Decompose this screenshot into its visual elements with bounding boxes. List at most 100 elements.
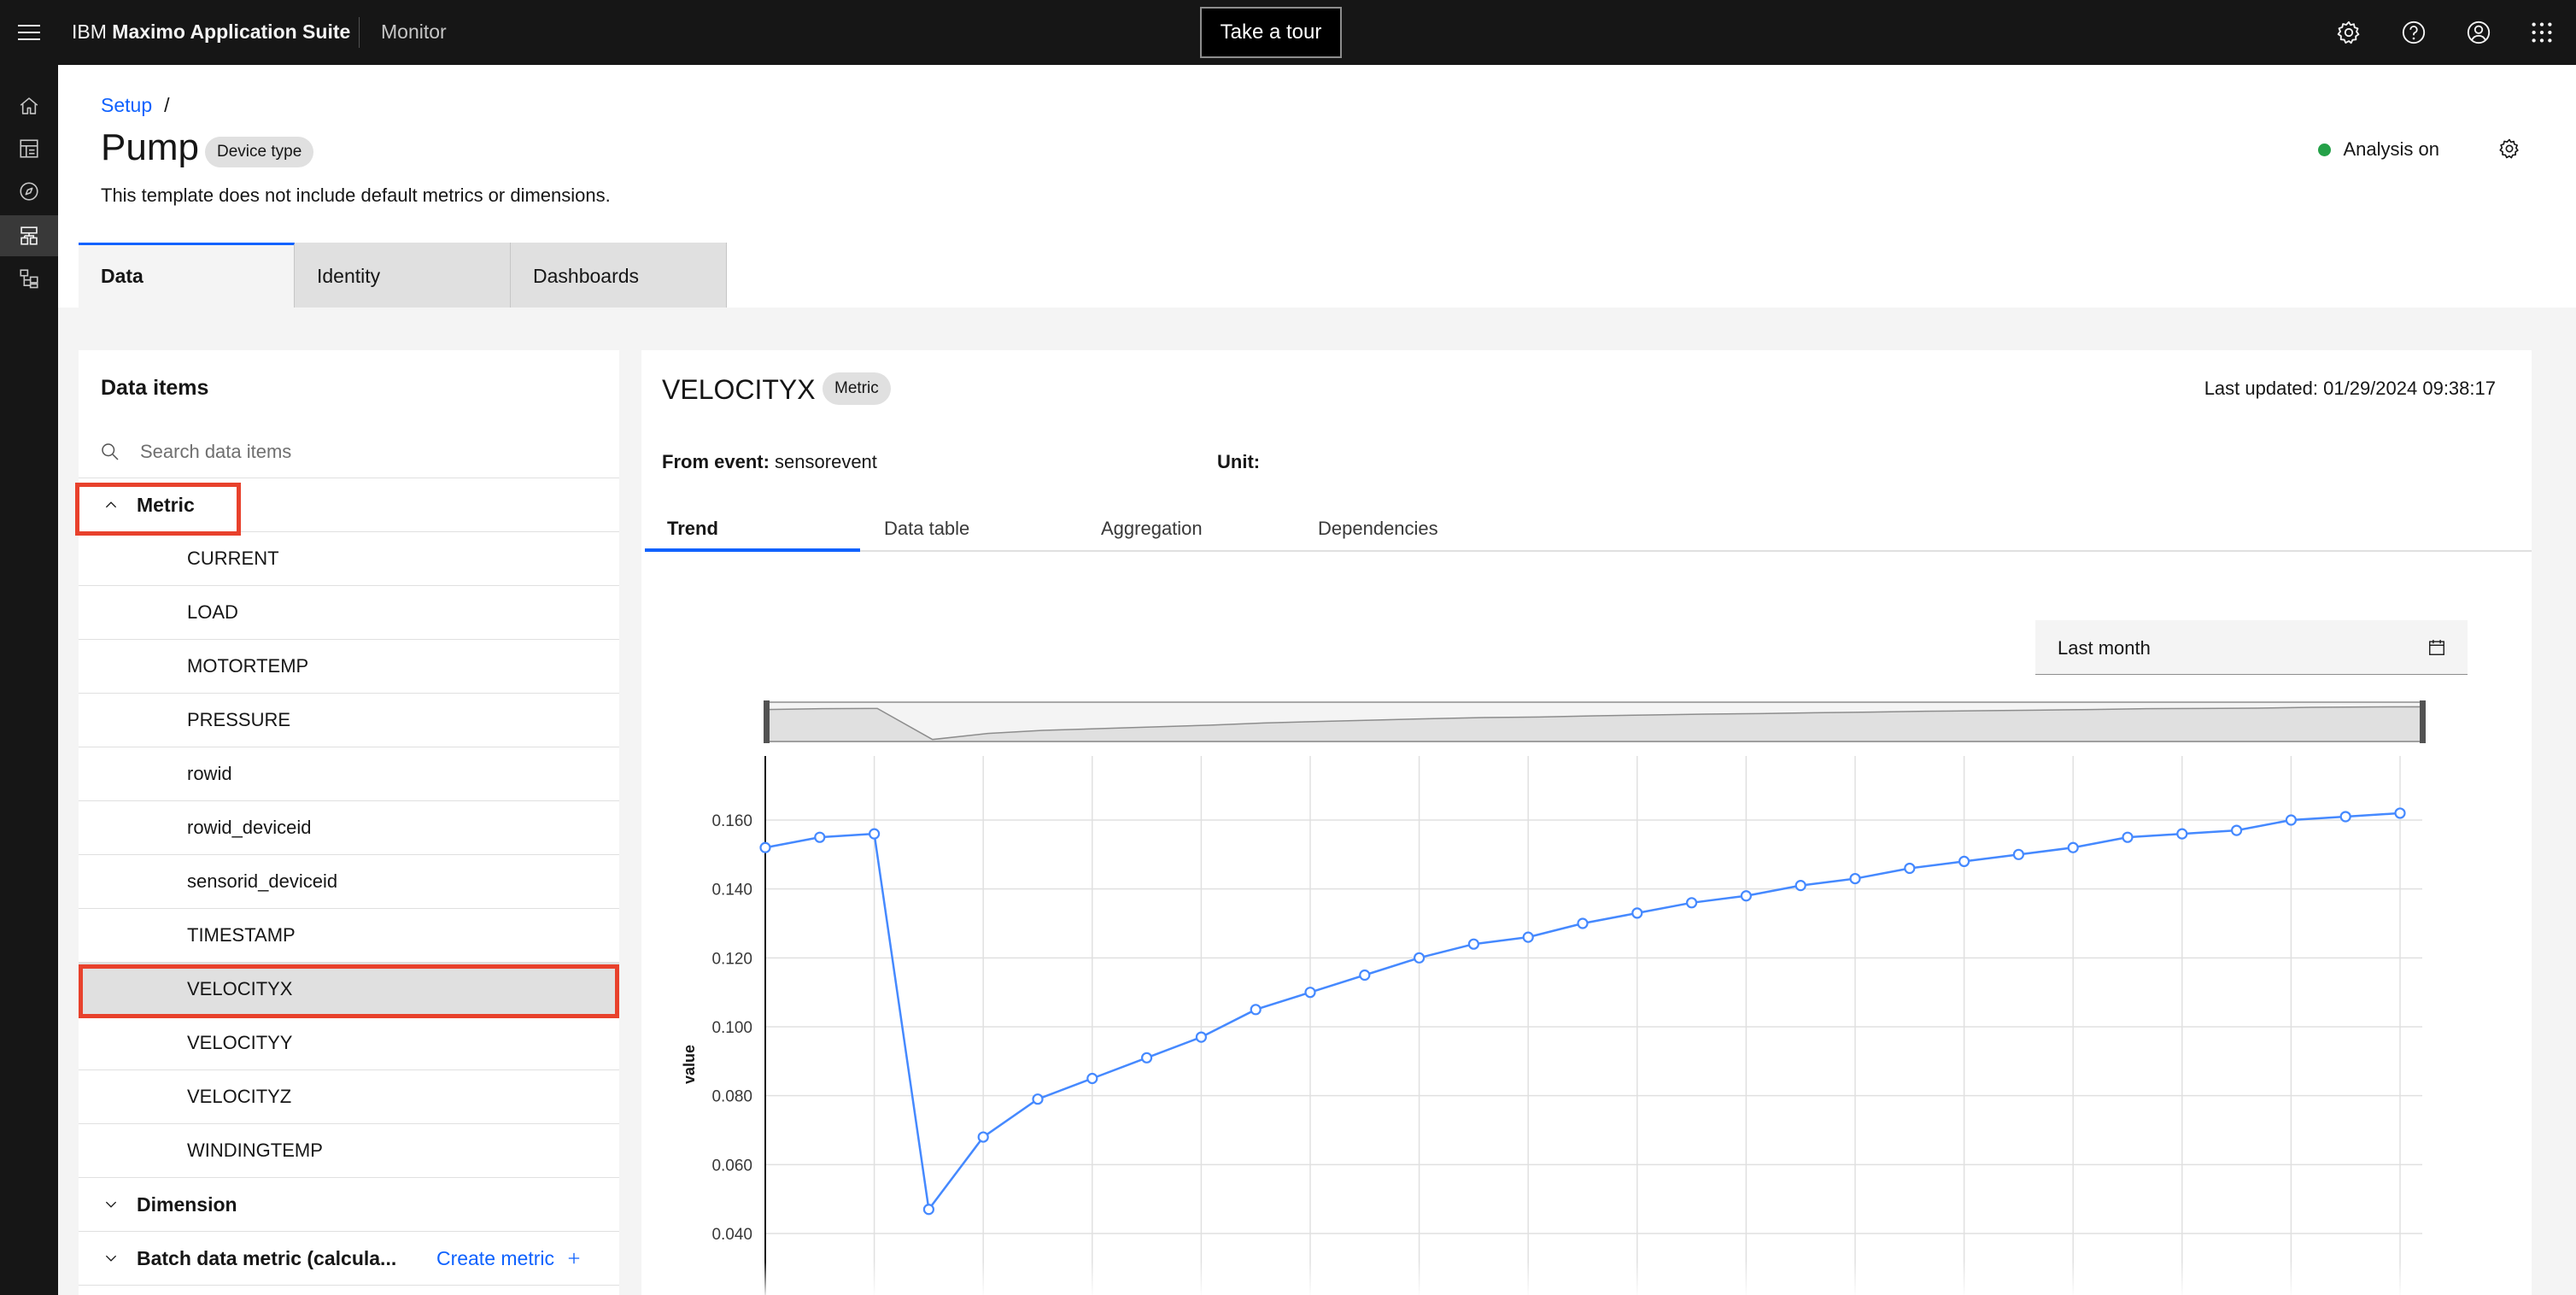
search-icon (97, 439, 123, 465)
home-icon[interactable] (0, 85, 58, 126)
take-tour-button[interactable]: Take a tour (1200, 7, 1342, 58)
hierarchy-icon[interactable] (0, 258, 58, 299)
breadcrumb-separator: / (164, 94, 170, 116)
y-tick-label: 0.160 (711, 812, 752, 830)
data-point (1250, 1004, 1262, 1016)
data-point (2394, 807, 2406, 819)
setup-icon[interactable] (0, 215, 58, 256)
data-point (2339, 811, 2351, 823)
data-point (1195, 1031, 1208, 1043)
trend-chart: 0.160 0.140 0.120 0.100 0.080 0.060 0.040 valu… (681, 700, 2426, 1295)
data-point (2122, 831, 2134, 843)
app-switcher-icon[interactable] (2523, 14, 2561, 51)
data-point (2012, 848, 2025, 860)
list-item-load[interactable]: LOAD (79, 586, 619, 640)
create-metric-label: Create metric (436, 1246, 554, 1269)
top-header: IBM Maximo Application Suite Monitor Tak… (0, 0, 2576, 65)
group-batch-label: Batch data metric (calcula... (137, 1246, 397, 1269)
device-type-badge: Device type (205, 137, 314, 167)
y-tick-label: 0.040 (711, 1226, 752, 1244)
metric-detail-panel: VELOCITYX Metric Last updated: 01/29/202… (641, 350, 2532, 1295)
list-item-rowid[interactable]: rowid (79, 747, 619, 801)
list-item-rowid-deviceid[interactable]: rowid_deviceid (79, 801, 619, 855)
analysis-status: Analysis on (2318, 138, 2439, 161)
user-avatar-icon[interactable] (2460, 14, 2497, 51)
data-point (1522, 931, 1534, 943)
data-point (1631, 907, 1643, 919)
add-icon (568, 1252, 580, 1264)
brush-handle-right (2420, 700, 2426, 743)
analysis-status-label: Analysis on (2343, 138, 2439, 160)
chart-grid (764, 756, 2422, 1295)
list-item-velocityx[interactable]: VELOCITYX (79, 963, 619, 1017)
data-point (1304, 987, 1316, 999)
create-metric-button[interactable]: Create metric (436, 1247, 582, 1270)
data-point (2176, 828, 2188, 840)
data-point (1086, 1072, 1098, 1085)
y-tick-label: 0.080 (711, 1088, 752, 1106)
list-item-pressure[interactable]: PRESSURE (79, 694, 619, 747)
chevron-down-icon (101, 1248, 121, 1269)
product-name: Monitor (381, 21, 447, 43)
brush-handle-left (764, 700, 770, 743)
breadcrumb-setup-link[interactable]: Setup (101, 94, 152, 116)
data-point (1413, 952, 1426, 964)
y-tick-label: 0.060 (711, 1157, 752, 1175)
time-range-brush[interactable] (764, 700, 2426, 743)
list-item-sensorid-deviceid[interactable]: sensorid_deviceid (79, 855, 619, 909)
menu-icon[interactable] (9, 12, 50, 53)
help-icon[interactable] (2395, 14, 2433, 51)
chevron-down-icon (101, 1194, 121, 1215)
data-point (814, 831, 826, 843)
list-item-motortemp[interactable]: MOTORTEMP (79, 640, 619, 694)
data-items-title: Data items (101, 376, 209, 400)
data-point (1577, 917, 1589, 929)
list-item-windingtemp[interactable]: WINDINGTEMP (79, 1124, 619, 1178)
chart-plot (759, 807, 2406, 1216)
page-description: This template does not include default m… (101, 185, 611, 206)
tab-dashboards[interactable]: Dashboards (511, 243, 727, 308)
list-item-timestamp[interactable]: TIMESTAMP (79, 909, 619, 963)
data-point (869, 828, 881, 840)
data-point (1958, 855, 1970, 868)
y-tick-label: 0.100 (711, 1019, 752, 1037)
data-point (2285, 814, 2298, 826)
group-metric[interactable]: Metric (79, 478, 619, 532)
settings-gear-icon[interactable] (2330, 14, 2368, 51)
app-brand[interactable]: IBM Maximo Application Suite (72, 21, 350, 44)
data-point (1740, 890, 1753, 902)
tab-data[interactable]: Data (79, 243, 295, 308)
compass-icon[interactable] (0, 171, 58, 212)
data-point (977, 1131, 989, 1143)
chevron-up-icon (101, 495, 121, 515)
brand-name: Maximo Application Suite (112, 21, 351, 43)
group-batch-data-metric[interactable]: Batch data metric (calcula... Create met… (79, 1232, 619, 1286)
y-axis: 0.160 0.140 0.120 0.100 0.080 0.060 0.040 (711, 756, 766, 1295)
breadcrumb: Setup / (101, 94, 170, 117)
dashboard-icon[interactable] (0, 128, 58, 169)
header-divider (359, 17, 360, 48)
data-point (759, 841, 771, 853)
list-item-velocityy[interactable]: VELOCITYY (79, 1017, 619, 1070)
status-dot-icon (2318, 143, 2332, 156)
analysis-settings-gear-icon[interactable] (2494, 133, 2525, 164)
tab-identity[interactable]: Identity (295, 243, 511, 308)
y-tick-label: 0.120 (711, 950, 752, 968)
data-point (1685, 897, 1698, 909)
group-metric-label: Metric (137, 493, 195, 516)
page-header: Setup / Pump Device type This template do… (58, 65, 2576, 308)
data-point (1032, 1093, 1044, 1105)
data-items-panel: Data items Metric CURRENT LOAD MOTORTEMP… (79, 350, 619, 1295)
group-dimension[interactable]: Dimension (79, 1178, 619, 1232)
data-point (1467, 938, 1480, 950)
search-input[interactable] (140, 440, 567, 463)
series-line (764, 812, 2401, 1212)
list-item-velocityz[interactable]: VELOCITYZ (79, 1070, 619, 1124)
data-point (1849, 872, 1861, 885)
main-tabs: Data Identity Dashboards (79, 243, 727, 308)
search-bar (79, 425, 619, 478)
list-item-current[interactable]: CURRENT (79, 532, 619, 586)
data-point (1904, 862, 1916, 875)
brand-prefix: IBM (72, 21, 107, 43)
data-point (1140, 1052, 1153, 1064)
